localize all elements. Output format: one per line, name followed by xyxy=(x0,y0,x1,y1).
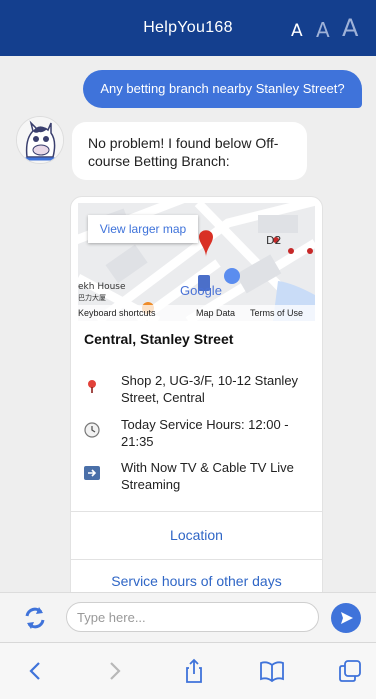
forward-icon[interactable] xyxy=(100,657,128,685)
terms-of-use-link[interactable]: Terms of Use xyxy=(250,305,303,321)
location-link[interactable]: Location xyxy=(71,527,322,543)
app-header: HelpYou168 A A A xyxy=(0,0,376,56)
browser-toolbar xyxy=(0,642,376,699)
bookmarks-icon[interactable] xyxy=(258,657,286,685)
tv-streaming: With Now TV & Cable TV Live Streaming xyxy=(121,460,294,492)
google-logo: Google xyxy=(180,283,222,298)
font-size-large-button[interactable]: A xyxy=(342,14,358,42)
branch-map[interactable]: ekh House 巴力大厦 D2 Google View larger map… xyxy=(78,203,315,321)
branch-address: Shop 2, UG-3/F, 10-12 Stanley Street, Ce… xyxy=(121,373,299,405)
card-divider xyxy=(71,559,322,560)
chat-area[interactable]: Any betting branch nearby Stanley Street… xyxy=(0,56,376,592)
clock-icon xyxy=(84,422,100,438)
map-data-link[interactable]: Map Data xyxy=(196,305,235,321)
share-icon[interactable] xyxy=(180,657,208,685)
message-input[interactable] xyxy=(66,602,319,632)
other-days-hours-link[interactable]: Service hours of other days xyxy=(71,573,322,589)
message-input-bar xyxy=(0,592,376,643)
view-larger-map-button[interactable]: View larger map xyxy=(88,215,198,243)
font-size-medium-button[interactable]: A xyxy=(316,18,330,42)
back-icon[interactable] xyxy=(22,657,50,685)
service-hours: Today Service Hours: 12:00 - 21:35 xyxy=(121,417,289,449)
send-button[interactable] xyxy=(331,603,361,633)
branch-card: ekh House 巴力大厦 D2 Google View larger map… xyxy=(70,196,323,592)
user-message-bubble: Any betting branch nearby Stanley Street… xyxy=(83,70,362,108)
keyboard-shortcuts-link[interactable]: Keyboard shortcuts xyxy=(78,305,156,321)
map-pin-icon xyxy=(84,378,100,394)
branch-name: Central, Stanley Street xyxy=(84,331,234,347)
horse-mascot-icon xyxy=(17,117,63,163)
map-footer: Keyboard shortcuts Map Data Terms of Use xyxy=(78,305,315,321)
bot-message-bubble: No problem! I found below Off-course Bet… xyxy=(72,122,307,180)
tabs-icon[interactable] xyxy=(336,657,364,685)
card-divider xyxy=(71,511,322,512)
map-label-d2: D2 xyxy=(266,234,281,247)
refresh-icon[interactable] xyxy=(20,603,50,633)
map-label-building: 巴力大厦 xyxy=(78,293,106,302)
map-label-house: ekh House xyxy=(78,282,126,292)
font-size-small-button[interactable]: A xyxy=(291,21,303,41)
arrow-right-icon xyxy=(84,465,100,481)
send-arrow-icon xyxy=(341,612,353,624)
bot-avatar xyxy=(16,116,64,164)
